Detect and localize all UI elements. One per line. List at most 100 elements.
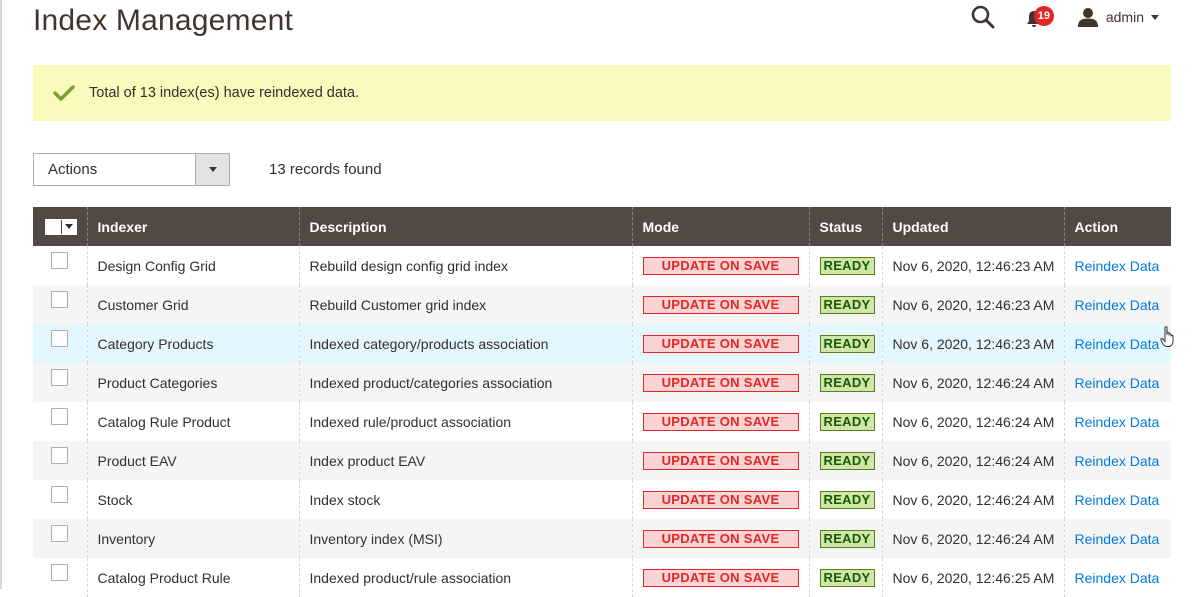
- search-icon: [971, 5, 995, 29]
- status-badge: READY: [819, 568, 875, 587]
- status-cell: READY: [808, 363, 882, 402]
- status-cell: READY: [808, 402, 882, 441]
- action-cell: Reindex Data: [1063, 363, 1171, 402]
- row-checkbox[interactable]: [51, 291, 69, 309]
- description-cell: Inventory index (MSI): [298, 519, 632, 558]
- hand-cursor-icon: [1160, 326, 1174, 347]
- table-row[interactable]: Stock Index stock UPDATE ON SAVE READY Nov 6…: [33, 480, 1171, 519]
- indexer-cell: Product EAV: [86, 441, 299, 480]
- status-cell: READY: [808, 324, 882, 363]
- table-row[interactable]: Design Config Grid Rebuild design config …: [33, 246, 1171, 285]
- notification-count-badge: 19: [1033, 6, 1054, 26]
- action-cell: Reindex Data: [1063, 480, 1171, 519]
- mode-badge: UPDATE ON SAVE: [642, 256, 799, 275]
- updated-cell: Nov 6, 2020, 12:46:23 AM: [881, 285, 1064, 324]
- header-actions: 19 admin: [970, 2, 1159, 32]
- caret-down-icon: [65, 224, 73, 229]
- table-row[interactable]: Catalog Rule Product Indexed rule/product…: [33, 402, 1171, 441]
- table-row[interactable]: Catalog Product Rule Indexed product/rule…: [33, 558, 1171, 597]
- row-select-cell: [33, 246, 87, 285]
- search-button[interactable]: [970, 4, 996, 30]
- page-left-border: [0, 0, 2, 589]
- mass-select-toggle[interactable]: [61, 219, 76, 234]
- indexer-cell: Product Categories: [86, 363, 299, 402]
- grid-header-row: Indexer Description Mode Status Updated …: [33, 207, 1171, 246]
- reindex-data-link[interactable]: Reindex Data: [1075, 531, 1160, 547]
- actions-toggle[interactable]: [195, 154, 229, 185]
- row-select-cell: [33, 324, 87, 363]
- mode-cell: UPDATE ON SAVE: [631, 441, 809, 480]
- mode-cell: UPDATE ON SAVE: [631, 519, 809, 558]
- reindex-data-link[interactable]: Reindex Data: [1075, 453, 1160, 469]
- indexer-cell: Design Config Grid: [86, 246, 299, 285]
- updated-cell: Nov 6, 2020, 12:46:24 AM: [881, 519, 1064, 558]
- row-checkbox[interactable]: [51, 447, 69, 465]
- row-checkbox[interactable]: [51, 330, 69, 348]
- description-cell: Indexed product/rule association: [298, 558, 632, 597]
- description-cell: Rebuild Customer grid index: [298, 285, 632, 324]
- status-cell: READY: [808, 285, 882, 324]
- reindex-data-link[interactable]: Reindex Data: [1075, 258, 1160, 274]
- indexer-cell: Stock: [86, 480, 299, 519]
- row-select-cell: [33, 402, 87, 441]
- status-badge: READY: [819, 412, 875, 431]
- description-cell: Indexed product/categories association: [298, 363, 632, 402]
- description-cell: Index stock: [298, 480, 632, 519]
- action-cell: Reindex Data: [1063, 558, 1171, 597]
- column-header-action[interactable]: Action: [1063, 207, 1171, 246]
- mass-actions-dropdown[interactable]: Actions: [33, 153, 230, 186]
- indexer-cell: Catalog Product Rule: [86, 558, 299, 597]
- status-badge: READY: [819, 529, 875, 548]
- indexer-cell: Inventory: [86, 519, 299, 558]
- column-header-status[interactable]: Status: [808, 207, 882, 246]
- row-select-cell: [33, 285, 87, 324]
- mode-badge: UPDATE ON SAVE: [642, 490, 799, 509]
- table-row[interactable]: Product Categories Indexed product/catego…: [33, 363, 1171, 402]
- caret-down-icon: [208, 167, 217, 172]
- row-checkbox[interactable]: [51, 408, 69, 426]
- updated-cell: Nov 6, 2020, 12:46:24 AM: [881, 402, 1064, 441]
- mass-select-control[interactable]: [45, 218, 77, 235]
- chevron-down-icon: [1151, 14, 1159, 20]
- reindex-data-link[interactable]: Reindex Data: [1075, 375, 1160, 391]
- user-name: admin: [1105, 9, 1144, 25]
- row-checkbox[interactable]: [51, 564, 69, 582]
- row-select-cell: [33, 363, 87, 402]
- row-select-cell: [33, 441, 87, 480]
- reindex-data-link[interactable]: Reindex Data: [1075, 570, 1160, 586]
- reindex-data-link[interactable]: Reindex Data: [1075, 492, 1160, 508]
- row-checkbox[interactable]: [51, 486, 69, 504]
- table-row[interactable]: Customer Grid Rebuild Customer grid index…: [33, 285, 1171, 324]
- updated-cell: Nov 6, 2020, 12:46:25 AM: [881, 558, 1064, 597]
- row-select-cell: [33, 558, 87, 597]
- column-header-updated[interactable]: Updated: [881, 207, 1064, 246]
- reindex-data-link[interactable]: Reindex Data: [1075, 336, 1160, 352]
- action-cell: Reindex Data: [1063, 441, 1171, 480]
- column-header-indexer[interactable]: Indexer: [86, 207, 299, 246]
- mode-badge: UPDATE ON SAVE: [642, 451, 799, 470]
- mass-select-checkbox[interactable]: [46, 219, 61, 234]
- indexer-cell: Customer Grid: [86, 285, 299, 324]
- mode-cell: UPDATE ON SAVE: [631, 363, 809, 402]
- mode-cell: UPDATE ON SAVE: [631, 246, 809, 285]
- table-row[interactable]: Product EAV Index product EAV UPDATE ON SA…: [33, 441, 1171, 480]
- row-checkbox[interactable]: [51, 369, 69, 387]
- description-cell: Index product EAV: [298, 441, 632, 480]
- notifications-button[interactable]: 19: [1026, 4, 1054, 30]
- row-checkbox[interactable]: [51, 525, 69, 543]
- row-checkbox[interactable]: [51, 252, 69, 270]
- table-row[interactable]: Inventory Inventory index (MSI) UPDATE ON …: [33, 519, 1171, 558]
- reindex-data-link[interactable]: Reindex Data: [1075, 414, 1160, 430]
- status-badge: READY: [819, 256, 875, 275]
- status-badge: READY: [819, 451, 875, 470]
- description-cell: Indexed category/products association: [298, 324, 632, 363]
- status-cell: READY: [808, 246, 882, 285]
- table-row[interactable]: Category Products Indexed category/produc…: [33, 324, 1171, 363]
- column-header-mode[interactable]: Mode: [631, 207, 809, 246]
- status-badge: READY: [819, 490, 875, 509]
- user-menu[interactable]: admin: [1077, 7, 1159, 27]
- reindex-data-link[interactable]: Reindex Data: [1075, 297, 1160, 313]
- column-header-description[interactable]: Description: [298, 207, 632, 246]
- grid-body: Design Config Grid Rebuild design config …: [33, 246, 1171, 597]
- status-cell: READY: [808, 519, 882, 558]
